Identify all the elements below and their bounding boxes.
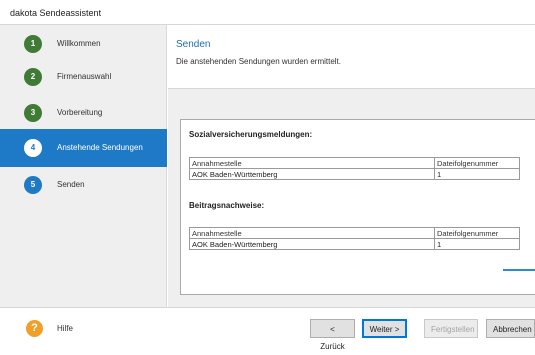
step-number-badge: 5	[24, 176, 42, 194]
column-header: Annahmestelle	[189, 227, 435, 239]
next-button[interactable]: Weiter >	[362, 319, 407, 338]
window-title: dakota Sendeassistent	[10, 8, 102, 18]
column-header: Annahmestelle	[189, 157, 435, 169]
page-title: Senden	[176, 39, 211, 50]
page-header: Senden Die anstehenden Sendungen wurden …	[168, 25, 535, 89]
step-label: Firmenauswahl	[57, 72, 112, 81]
step-label: Willkommen	[57, 39, 101, 48]
table-cell: 1	[434, 168, 520, 180]
table-row[interactable]: AOK Baden-Württemberg 1	[189, 238, 520, 250]
footer-bar: ? Hilfe < Zurück Weiter > Fertigstellen …	[0, 307, 535, 351]
wizard-steps-sidebar: 1 Willkommen 2 Firmenauswahl 3 Vorbereit…	[0, 25, 167, 307]
content-area: Sozialversicherungsmeldungen: Annahmeste…	[168, 89, 535, 307]
back-button[interactable]: < Zurück	[310, 319, 355, 351]
step-vorbereitung: 3 Vorbereitung	[0, 94, 167, 132]
finish-button[interactable]: Fertigstellen	[424, 319, 478, 338]
table-row[interactable]: AOK Baden-Württemberg 1	[189, 168, 520, 180]
step-label: Vorbereitung	[57, 108, 103, 117]
shipments-panel: Sozialversicherungsmeldungen: Annahmeste…	[180, 119, 535, 295]
step-number-badge: 4	[24, 139, 42, 157]
table-cell: AOK Baden-Württemberg	[189, 238, 435, 250]
cancel-button[interactable]: Abbrechen	[486, 319, 535, 338]
column-header: Dateifolgenummer	[434, 227, 520, 239]
step-number-badge: 1	[24, 35, 42, 53]
help-icon[interactable]: ?	[26, 320, 43, 337]
callout-line	[503, 269, 535, 271]
step-anstehende-sendungen: 4 Anstehende Sendungen	[0, 129, 167, 167]
column-header: Dateifolgenummer	[434, 157, 520, 169]
step-number-badge: 2	[24, 68, 42, 86]
section-title-sv-meldungen: Sozialversicherungsmeldungen:	[189, 130, 313, 139]
table-header-row: Annahmestelle Dateifolgenummer	[189, 227, 520, 239]
title-bar: dakota Sendeassistent	[0, 0, 535, 25]
beitragsnachweise-table: Annahmestelle Dateifolgenummer AOK Baden…	[189, 227, 520, 250]
sv-meldungen-table: Annahmestelle Dateifolgenummer AOK Baden…	[189, 157, 520, 180]
step-label: Senden	[57, 180, 85, 189]
step-senden: 5 Senden	[0, 166, 167, 204]
step-firmenauswahl: 2 Firmenauswahl	[0, 58, 167, 96]
table-header-row: Annahmestelle Dateifolgenummer	[189, 157, 520, 169]
table-cell: 1	[434, 238, 520, 250]
step-label: Anstehende Sendungen	[57, 143, 143, 152]
step-number-badge: 3	[24, 104, 42, 122]
help-link[interactable]: Hilfe	[57, 324, 73, 333]
page-subtitle: Die anstehenden Sendungen wurden ermitte…	[176, 57, 341, 66]
section-title-beitragsnachweise: Beitragsnachweise:	[189, 201, 265, 210]
table-cell: AOK Baden-Württemberg	[189, 168, 435, 180]
